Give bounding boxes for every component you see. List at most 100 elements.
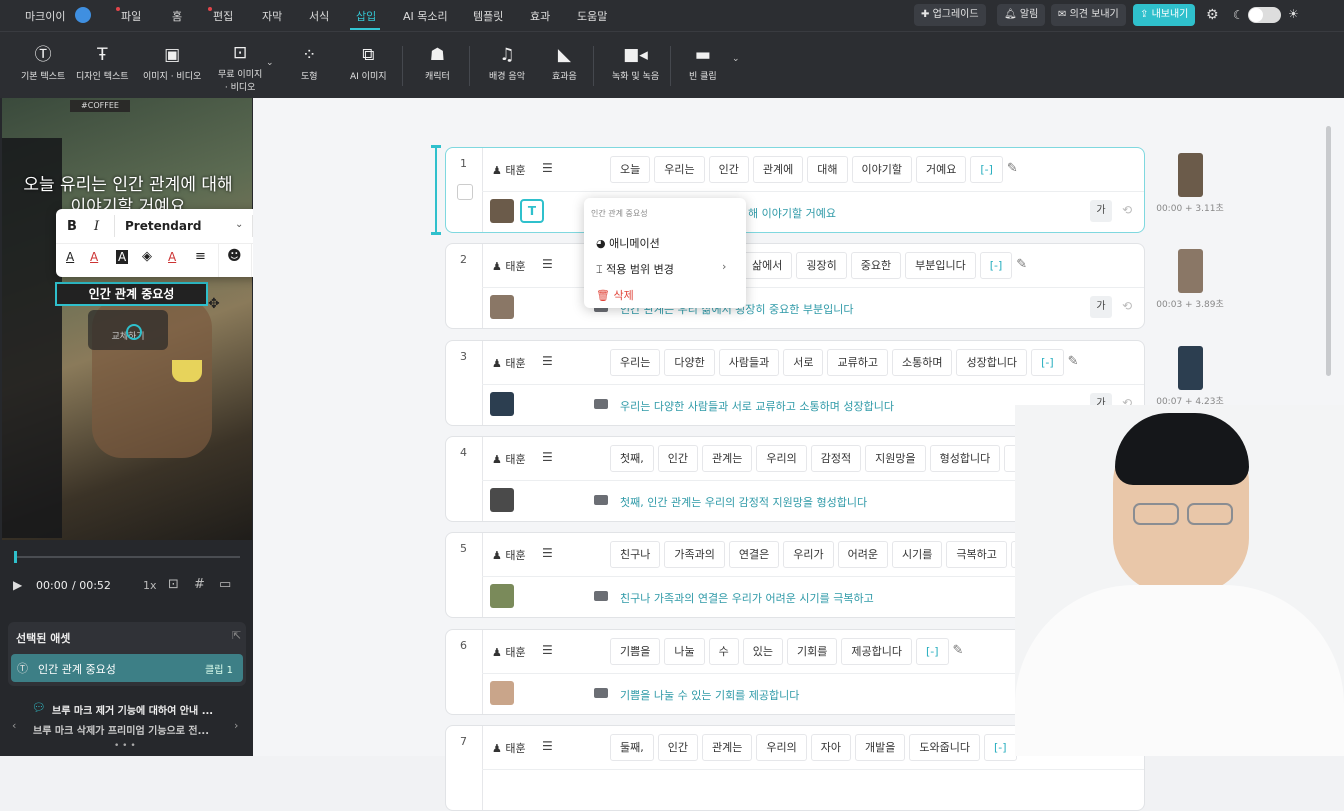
- alarm-button[interactable]: 🔔︎ 알림: [997, 4, 1046, 26]
- shadow-color-icon[interactable]: A: [168, 250, 176, 264]
- word-chip[interactable]: 시기를: [891, 541, 943, 568]
- export-button[interactable]: ⇪ 내보내기: [1133, 4, 1196, 26]
- asset-item[interactable]: Ⓣ 인간 관계 중요성 클립 1: [11, 654, 243, 682]
- tool-bgm[interactable]: ♫ 배경 음악: [489, 46, 525, 82]
- word-chip[interactable]: 있는: [742, 638, 783, 665]
- clip-card[interactable]: 2 ♟ 태훈 ☰ 삶에서 굉장히 중요한 부분입니다 [-] ✎ 인간 관계는 우리 삶에서 굉장…: [445, 243, 1145, 329]
- word-chip[interactable]: 대해: [807, 156, 848, 183]
- word-chip[interactable]: 자아: [810, 734, 851, 761]
- refresh-icon[interactable]: ⟲: [1122, 299, 1132, 313]
- clip-thumbnail[interactable]: [490, 681, 514, 705]
- word-chip[interactable]: 감정적: [810, 445, 862, 472]
- speaker-label[interactable]: ♟ 태훈: [492, 644, 526, 660]
- word-chip[interactable]: 지원망을: [865, 445, 926, 472]
- word-chip[interactable]: 인간: [657, 734, 698, 761]
- word-chip[interactable]: 극복하고: [946, 541, 1007, 568]
- clip-thumbnail[interactable]: [490, 199, 514, 223]
- font-style-button[interactable]: 가: [1090, 296, 1112, 318]
- capture-icon[interactable]: ⊡: [168, 577, 179, 592]
- menu-item-delete[interactable]: 🗑︎ 삭제: [596, 287, 634, 303]
- external-link-icon[interactable]: ⇱: [232, 629, 241, 642]
- refresh-icon[interactable]: ⟲: [1122, 203, 1132, 217]
- stroke-color-icon[interactable]: A: [90, 250, 98, 264]
- tool-empty-clip[interactable]: ▬ 빈 클립: [689, 46, 717, 82]
- word-chip[interactable]: 기쁨을: [610, 638, 661, 665]
- word-chip[interactable]: 도와줍니다: [909, 734, 980, 761]
- word-chip[interactable]: 제공합니다: [841, 638, 912, 665]
- tool-shape[interactable]: ⁘ 도형: [301, 46, 318, 82]
- menu-item-animation[interactable]: ◕ 애니메이션: [596, 235, 660, 251]
- chevron-down-icon[interactable]: ⌄: [235, 219, 243, 230]
- theme-toggle[interactable]: [1248, 7, 1281, 23]
- subtitle-icon[interactable]: ▭: [219, 577, 231, 592]
- fill-bucket-icon[interactable]: ◈: [142, 249, 152, 264]
- subtitle-text[interactable]: 해 이야기할 거예요: [748, 205, 836, 221]
- font-style-button[interactable]: 가: [1090, 200, 1112, 222]
- word-chip[interactable]: 기회를: [787, 638, 838, 665]
- clip-preview[interactable]: 00:03 + 3.89초: [1155, 249, 1225, 310]
- word-chip[interactable]: 관계는: [702, 734, 753, 761]
- emoji-icon[interactable]: ☻: [227, 248, 242, 264]
- text-color-icon[interactable]: A: [66, 250, 74, 264]
- word-chip[interactable]: 인간: [708, 156, 749, 183]
- menu-edit[interactable]: 편집: [208, 7, 233, 24]
- word-chip[interactable]: 굉장히: [796, 252, 847, 279]
- menu-format[interactable]: 서식: [309, 8, 329, 24]
- word-chip[interactable]: 어려운: [837, 541, 888, 568]
- pencil-icon[interactable]: ✎: [953, 638, 964, 665]
- selected-text-box[interactable]: 인간 관계 중요성: [55, 282, 208, 306]
- word-chip[interactable]: 부분입니다: [905, 252, 976, 279]
- menu-effect[interactable]: 효과: [530, 8, 550, 24]
- bold-button[interactable]: B: [67, 219, 77, 234]
- clip-preview-thumbnail[interactable]: [1177, 153, 1203, 197]
- tool-free-image[interactable]: ⊡ 무료 이미지 · 비디오: [218, 44, 262, 93]
- chevron-down-icon[interactable]: ⌄: [266, 58, 274, 68]
- subtitle-text[interactable]: 첫째, 인간 관계는 우리의 감정적 지원망을 형성합니다: [620, 494, 867, 510]
- clip-preview-thumbnail[interactable]: [1177, 346, 1203, 390]
- subtitle-text[interactable]: 우리는 다양한 사람들과 서로 교류하고 소통하며 성장합니다: [620, 398, 894, 414]
- clip-preview[interactable]: 00:00 + 3.11초: [1155, 153, 1225, 214]
- word-chip[interactable]: 친구나: [610, 541, 661, 568]
- clip-thumbnail[interactable]: [490, 584, 514, 608]
- video-preview[interactable]: #COFFEE 오늘 유리는 인간 관계에 대해 이야기할 거예요 인간 관계 중…: [2, 98, 252, 540]
- clip-menu-icon[interactable]: ☰: [542, 450, 553, 464]
- bracket-button[interactable]: [-]: [970, 156, 1003, 183]
- clip-menu-icon[interactable]: ☰: [542, 161, 553, 175]
- subtitle-text[interactable]: 친구나 가족과의 연결은 우리가 어려운 시기를 극복하고: [620, 590, 874, 606]
- scrollbar[interactable]: [1326, 126, 1331, 376]
- clip-thumbnail[interactable]: [490, 392, 514, 416]
- clip-thumbnail[interactable]: [490, 488, 514, 512]
- word-chip[interactable]: 오늘: [610, 156, 651, 183]
- feedback-button[interactable]: ✉ 의견 보내기: [1051, 4, 1126, 26]
- clip-checkbox[interactable]: [457, 184, 473, 200]
- tool-image-video[interactable]: ▣ 이미지 · 비디오: [143, 46, 201, 82]
- word-chip[interactable]: 사람들과: [718, 349, 780, 376]
- tool-design-text[interactable]: Ŧ 디자인 텍스트: [76, 46, 129, 82]
- tool-record[interactable]: ■◂ 녹화 및 녹음: [612, 46, 659, 82]
- settings-gear-icon[interactable]: ⚙: [1206, 7, 1219, 23]
- bracket-button[interactable]: [-]: [983, 734, 1017, 761]
- word-chip[interactable]: 거예요: [915, 156, 967, 183]
- clip-preview-thumbnail[interactable]: [1177, 249, 1203, 293]
- italic-button[interactable]: I: [94, 219, 99, 234]
- background-color-icon[interactable]: A: [116, 250, 129, 264]
- rotate-handle-icon[interactable]: [126, 324, 142, 340]
- progress-handle[interactable]: [14, 551, 17, 563]
- tool-basic-text[interactable]: Ⓣ 기본 텍스트: [21, 46, 65, 82]
- word-chip[interactable]: 우리는: [654, 156, 705, 183]
- word-chip[interactable]: 가족과의: [664, 541, 725, 568]
- menu-file[interactable]: 파일: [116, 7, 141, 24]
- speaker-label[interactable]: ♟ 태훈: [492, 162, 526, 178]
- speaker-label[interactable]: ♟ 태훈: [492, 740, 526, 756]
- menu-template[interactable]: 템플릿: [473, 8, 503, 24]
- word-chip[interactable]: 교류하고: [827, 349, 888, 376]
- avatar-icon[interactable]: [75, 7, 91, 23]
- next-icon[interactable]: ›: [234, 719, 238, 732]
- clip-card[interactable]: 1 ♟ 태훈 ☰ 오늘 우리는 인간 관계에 대해 이야기할 거예요 [-] ✎ T 해 이야기할 거예요…: [445, 147, 1145, 233]
- speaker-label[interactable]: ♟ 태훈: [492, 547, 526, 563]
- clip-menu-icon[interactable]: ☰: [542, 354, 553, 368]
- font-select[interactable]: Pretendard: [125, 219, 201, 233]
- bracket-button[interactable]: [-]: [1031, 349, 1064, 376]
- word-chip[interactable]: 삶에서: [742, 252, 793, 279]
- menu-ai-voice[interactable]: AI 목소리: [403, 8, 448, 24]
